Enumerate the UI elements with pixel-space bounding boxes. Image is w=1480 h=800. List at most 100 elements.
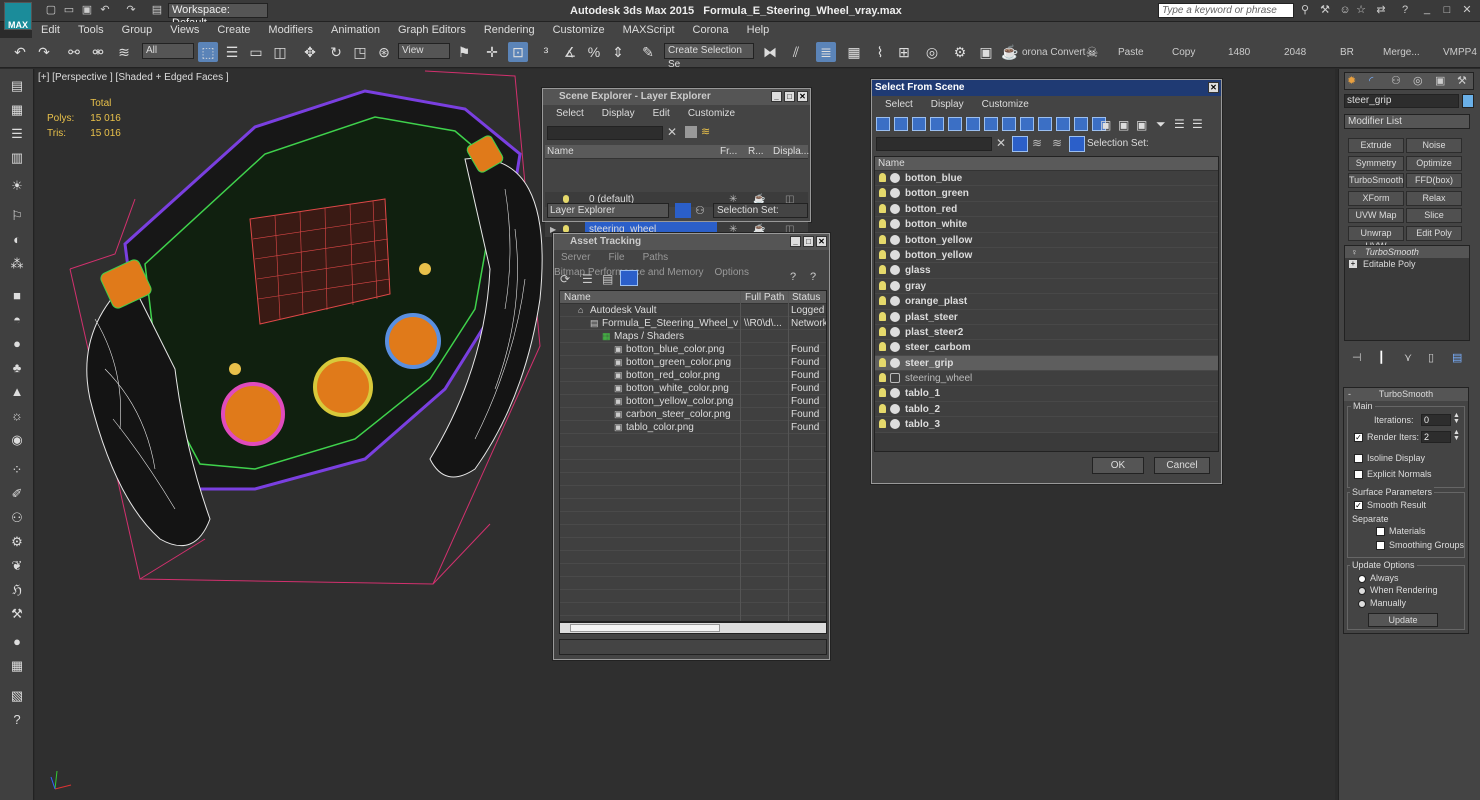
list-view-icon[interactable]: ☰ bbox=[582, 272, 593, 286]
exchange-icon[interactable]: ⇄ bbox=[1374, 4, 1388, 17]
scrollbar-thumb[interactable] bbox=[570, 624, 720, 632]
object-list-item[interactable]: steering_wheel bbox=[875, 371, 1218, 387]
render-grid-icon[interactable]: ▦ bbox=[8, 657, 26, 675]
menu-edit[interactable]: Edit bbox=[32, 22, 69, 38]
explicit-normals-row[interactable]: Explicit Normals bbox=[1354, 469, 1432, 480]
material-ball-icon[interactable]: ● bbox=[8, 633, 26, 651]
lightbulb-icon[interactable] bbox=[879, 403, 886, 413]
menu-animation[interactable]: Animation bbox=[322, 22, 389, 38]
layer-explorer-dropdown[interactable]: Layer Explorer bbox=[547, 203, 669, 218]
grid-icon[interactable]: ▥ bbox=[8, 149, 26, 167]
star-icon[interactable]: ☆ bbox=[1354, 4, 1368, 17]
asset-row[interactable]: ▣ botton_blue_color.png Found bbox=[560, 343, 826, 356]
help-icon[interactable]: ? bbox=[1398, 4, 1412, 17]
maximize-icon[interactable]: □ bbox=[784, 91, 795, 102]
select-search-input[interactable] bbox=[876, 137, 992, 151]
object-color-swatch[interactable] bbox=[1462, 94, 1474, 108]
col-name[interactable]: Name bbox=[547, 145, 574, 159]
smoothing-groups-checkbox[interactable] bbox=[1376, 541, 1385, 551]
snap-toggle-icon[interactable]: ³ bbox=[536, 42, 556, 62]
explicit-normals-checkbox[interactable] bbox=[1354, 470, 1363, 480]
filter-groups-icon[interactable] bbox=[984, 117, 998, 131]
show-end-result-icon[interactable]: ┃ bbox=[1378, 351, 1385, 364]
scene-explorer-titlebar[interactable]: Scene Explorer - Layer Explorer _ □ ✕ bbox=[543, 89, 810, 105]
clear-search-icon[interactable]: ✕ bbox=[667, 125, 677, 139]
resolution-height-button[interactable]: 2048 bbox=[1284, 47, 1306, 58]
skull-icon[interactable]: ☠ bbox=[1082, 42, 1102, 62]
scatter-icon[interactable]: ⁘ bbox=[8, 461, 26, 479]
menu-tools[interactable]: Tools bbox=[69, 22, 113, 38]
modifier-button-extrude[interactable]: Extrude bbox=[1348, 138, 1404, 153]
object-list-item[interactable]: gray bbox=[875, 278, 1218, 295]
modifier-button-turbosmooth[interactable]: TurboSmooth bbox=[1348, 173, 1404, 188]
asset-row[interactable]: ▦ Maps / Shaders bbox=[560, 330, 826, 343]
modifier-button-relax[interactable]: Relax bbox=[1406, 190, 1462, 206]
lightbulb-icon[interactable] bbox=[879, 280, 886, 290]
lightbulb-icon[interactable] bbox=[879, 388, 886, 398]
menu-modifiers[interactable]: Modifiers bbox=[259, 22, 322, 38]
merge-button[interactable]: Merge... bbox=[1383, 47, 1420, 58]
render-setup-icon[interactable]: ⚙ bbox=[950, 42, 970, 62]
search-input[interactable]: Type a keyword or phrase bbox=[1158, 3, 1294, 18]
menu-edit[interactable]: Edit bbox=[644, 106, 679, 121]
menu-paths[interactable]: Paths bbox=[634, 250, 678, 265]
materials-checkbox[interactable] bbox=[1376, 527, 1385, 537]
select-from-scene-titlebar[interactable]: Select From Scene ✕ bbox=[872, 80, 1221, 96]
materials-row[interactable]: Materials bbox=[1376, 526, 1426, 537]
sphere-icon[interactable]: ● bbox=[8, 335, 26, 353]
filter-shapes-icon[interactable] bbox=[894, 117, 908, 131]
filter-cameras-icon[interactable] bbox=[930, 117, 944, 131]
filter-containers-icon[interactable] bbox=[1038, 117, 1052, 131]
asset-row[interactable]: ▣ botton_red_color.png Found bbox=[560, 369, 826, 382]
table-view-icon[interactable]: ▤ bbox=[602, 272, 613, 286]
modifier-button-ffd-box-[interactable]: FFD(box) bbox=[1406, 173, 1462, 188]
hierarchy-icon[interactable] bbox=[1069, 136, 1085, 152]
lightbulb-icon[interactable] bbox=[879, 234, 886, 244]
app-logo-button[interactable]: MAX bbox=[4, 2, 32, 30]
rectangle-selection-icon[interactable]: ▭ bbox=[246, 42, 266, 62]
unlink-icon[interactable]: ⚮ bbox=[88, 42, 108, 62]
camera-icon[interactable]: ◐ bbox=[8, 231, 26, 249]
hair-icon[interactable]: ℌ bbox=[8, 581, 26, 599]
reference-coordinate-dropdown[interactable]: View bbox=[398, 43, 450, 59]
modifier-button-optimize[interactable]: Optimize bbox=[1406, 155, 1462, 171]
photo-icon[interactable]: ▦ bbox=[8, 101, 26, 119]
menu-file[interactable]: File bbox=[599, 250, 633, 265]
menu-display[interactable]: Display bbox=[593, 106, 644, 121]
info-icon[interactable]: ? bbox=[810, 271, 816, 283]
filter-geometry-icon[interactable] bbox=[876, 117, 890, 131]
clear-search-icon[interactable]: ✕ bbox=[996, 136, 1006, 150]
redo-icon[interactable]: ↷ bbox=[124, 4, 138, 17]
plant-icon[interactable]: ❦ bbox=[8, 557, 26, 575]
spinner-arrows-icon[interactable]: ▲ ▼ bbox=[1453, 412, 1460, 425]
lightbulb-icon[interactable] bbox=[879, 419, 886, 429]
lightbulb-icon[interactable] bbox=[879, 173, 886, 182]
particle-icon[interactable]: ⁂ bbox=[8, 255, 26, 273]
col-name[interactable]: Name bbox=[878, 158, 905, 169]
tools-icon[interactable]: ⚒ bbox=[1318, 4, 1332, 17]
modify-tab-icon[interactable]: ◜ bbox=[1369, 74, 1373, 87]
render-teapot-icon[interactable]: ☕ bbox=[1000, 42, 1020, 62]
lightbulb-icon[interactable] bbox=[879, 249, 886, 259]
expand-icon[interactable]: + bbox=[1349, 260, 1357, 268]
cone-icon[interactable]: ▲ bbox=[8, 383, 26, 401]
col-render[interactable]: R... bbox=[748, 145, 764, 159]
object-list-item[interactable]: botton_yellow bbox=[875, 247, 1218, 264]
bind-spacewarp-icon[interactable]: ≋ bbox=[114, 42, 134, 62]
when-rendering-row[interactable]: When Rendering bbox=[1358, 585, 1438, 595]
sort-icon[interactable]: ☰ bbox=[1174, 117, 1185, 131]
layers-icon[interactable] bbox=[675, 203, 691, 218]
layers-icon[interactable]: ≋ bbox=[1032, 136, 1042, 150]
selection-filter-dropdown[interactable]: All bbox=[142, 43, 194, 59]
object-list-item[interactable]: botton_red bbox=[875, 201, 1218, 218]
user-icon[interactable]: ☺ bbox=[1338, 4, 1352, 17]
list-icon[interactable]: ☰ bbox=[8, 125, 26, 143]
filter-spacewarps-icon[interactable] bbox=[966, 117, 980, 131]
wrench-icon[interactable]: ⚒ bbox=[8, 605, 26, 623]
close-icon[interactable]: ✕ bbox=[1460, 4, 1474, 17]
filter-lights-icon[interactable] bbox=[912, 117, 926, 131]
filter-helpers-icon[interactable] bbox=[948, 117, 962, 131]
select-by-name-icon[interactable]: ☰ bbox=[222, 42, 242, 62]
menu-create[interactable]: Create bbox=[208, 22, 259, 38]
move-icon[interactable]: ✥ bbox=[300, 42, 320, 62]
